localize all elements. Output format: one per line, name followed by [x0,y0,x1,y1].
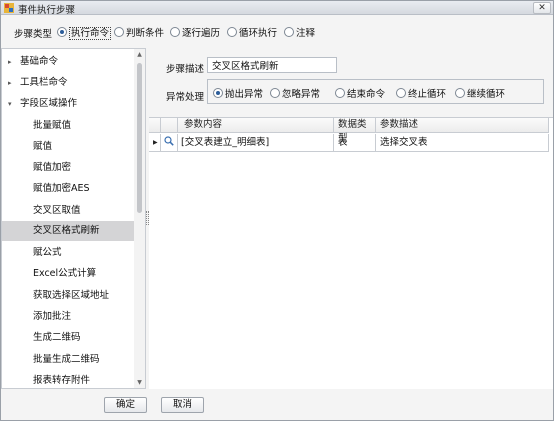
title-bar: 事件执行步骤 ✕ [1,1,553,16]
tree-leaf[interactable]: 赋值加密AES [2,179,134,199]
exception-radio-continue[interactable]: 继续循环 [455,86,505,100]
step-type-row: 步骤类型 执行命令 判断条件 逐行遍历 循环执行 注释 [1,16,553,48]
search-icon[interactable] [161,134,178,151]
radio-icon [396,88,406,98]
tree-leaf[interactable]: 交叉区取值 [2,201,134,221]
cell-param-content[interactable]: [交叉表建立_明细表] [178,134,334,151]
column-header-type[interactable]: 数据类型 [334,118,376,144]
radio-checked-icon [213,88,223,98]
radio-icon [270,88,280,98]
step-type-radio-iterate[interactable]: 逐行遍历 [170,25,220,39]
column-header-content[interactable]: 参数内容 [178,118,334,133]
close-button[interactable]: ✕ [533,2,551,14]
step-type-radio-condition[interactable]: 判断条件 [114,25,164,39]
tree-node-field-area[interactable]: ▾ 字段区域操作 [2,94,134,114]
command-tree: ▸ 基础命令 ▸ 工具栏命令 ▾ 字段区域操作 批量赋值 赋值 赋值加密 赋值加… [1,48,146,389]
scroll-thumb[interactable] [137,63,142,213]
tree-leaf[interactable]: 赋值加密 [2,158,134,178]
header-button-cell [161,118,178,133]
cell-param-desc[interactable]: 选择交叉表 [376,134,549,151]
parameter-grid: 参数内容 数据类型 参数描述 ▶ [交叉表建立_明细表] 表 选择交叉表 [149,117,553,389]
tree-leaf[interactable]: 批量赋值 [2,116,134,136]
exception-radio-ignore[interactable]: 忽略异常 [270,86,320,100]
expand-arrow-icon[interactable]: ▸ [8,73,12,93]
grid-header: 参数内容 数据类型 参数描述 [149,118,549,144]
table-row[interactable]: ▶ [交叉表建立_明细表] 表 选择交叉表 [149,134,549,152]
collapse-arrow-icon[interactable]: ▾ [8,94,12,114]
radio-icon [114,27,124,37]
tree-node-basic[interactable]: ▸ 基础命令 [2,52,134,72]
radio-icon [335,88,345,98]
tree-leaf[interactable]: 赋公式 [2,243,134,263]
header-indicator-cell [149,118,161,133]
scroll-down-icon[interactable]: ▼ [134,377,145,388]
radio-checked-icon [57,27,67,37]
exception-radio-group: 抛出异常 忽略异常 结束命令 终止循环 继续循环 [207,79,544,104]
step-type-radio-comment[interactable]: 注释 [284,25,315,39]
scroll-up-icon[interactable]: ▲ [134,49,145,60]
radio-icon [170,27,180,37]
exception-radio-throw[interactable]: 抛出异常 [213,86,263,100]
radio-icon [284,27,294,37]
tree-leaf-selected[interactable]: 交叉区格式刷新 [2,221,134,241]
cell-data-type[interactable]: 表 [334,134,376,151]
tree-leaf[interactable]: 添加批注 [2,307,134,327]
step-type-radio-execute[interactable]: 执行命令 [57,25,112,40]
step-type-radio-loop[interactable]: 循环执行 [227,25,277,39]
tree-leaf[interactable]: 获取选择区域地址 [2,286,134,306]
step-detail-panel: 步骤描述 异常处理 抛出异常 忽略异常 结束命令 终止循环 继续循环 [149,48,553,389]
tree-leaf[interactable]: Excel公式计算 [2,264,134,284]
radio-icon [227,27,237,37]
tree-leaf[interactable]: 报表转存附件 [2,371,134,391]
tree-leaf[interactable]: 批量生成二维码 [2,350,134,370]
tree-leaf[interactable]: 赋值 [2,137,134,157]
window-title: 事件执行步骤 [18,5,76,16]
step-type-label: 步骤类型 [14,29,53,40]
step-desc-input[interactable] [207,57,337,73]
dialog-window: 事件执行步骤 ✕ 步骤类型 执行命令 判断条件 逐行遍历 循环执行 注释 ▸ 基… [0,0,554,421]
close-icon: ✕ [538,3,546,13]
column-header-desc[interactable]: 参数描述 [376,118,549,133]
exception-label: 异常处理 [166,92,205,103]
tree-leaf[interactable]: 生成二维码 [2,328,134,348]
exception-radio-end[interactable]: 结束命令 [335,86,385,100]
exception-radio-break[interactable]: 终止循环 [396,86,446,100]
tree-scrollbar[interactable]: ▲ ▼ [134,49,145,388]
row-indicator-icon: ▶ [149,134,161,151]
tree-node-toolbar[interactable]: ▸ 工具栏命令 [2,73,134,93]
app-icon [4,3,14,13]
radio-icon [455,88,465,98]
ok-button[interactable]: 确定 [104,397,147,413]
expand-arrow-icon[interactable]: ▸ [8,52,12,72]
cancel-button[interactable]: 取消 [161,397,204,413]
step-desc-label: 步骤描述 [166,64,205,75]
